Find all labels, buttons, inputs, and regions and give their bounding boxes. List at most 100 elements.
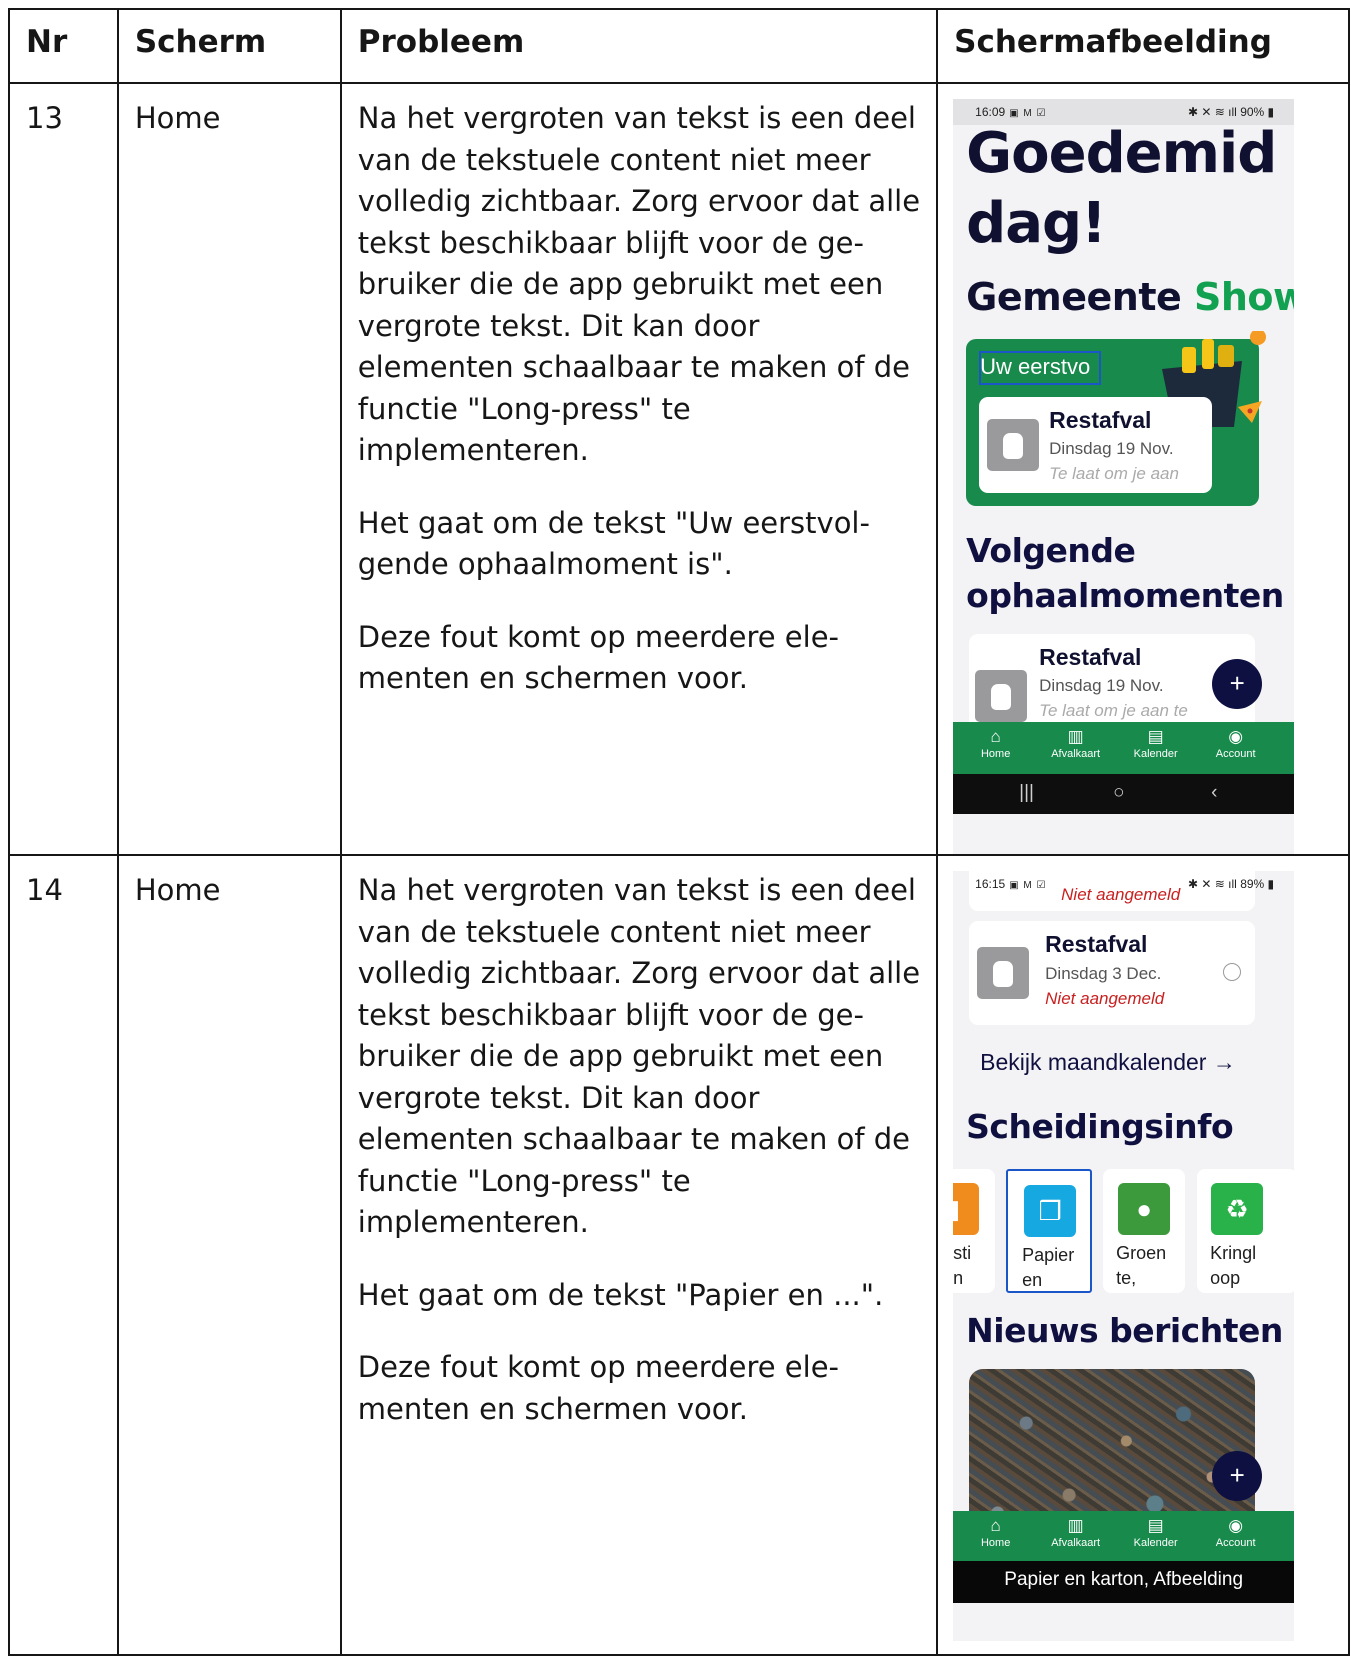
row-screenshot: Niet aangemeld 16:15 ▣ M ☑ ✱ ✕ ≋ ıll 89% … [936, 854, 1350, 1656]
problem-paragraph: Deze fout komt op meerdere ele-menten en… [357, 1350, 840, 1426]
trash-bag-icon [975, 670, 1028, 722]
add-button[interactable]: + [1212, 659, 1263, 709]
tile-label: Kringl oop [1210, 1243, 1257, 1288]
add-button[interactable]: + [1212, 1451, 1263, 1501]
municipality-name: Showc [1193, 275, 1295, 319]
nav-label: Account [1215, 748, 1256, 760]
accessibility-caption: Papier en karton, Afbeelding [953, 1561, 1295, 1603]
back-icon[interactable]: ‹ [1211, 782, 1217, 804]
tile-label: Papier en [1022, 1245, 1075, 1290]
home-icon: ⌂ [990, 1516, 1001, 1535]
apple-icon: ● [1118, 1183, 1171, 1235]
signal-icons: ✱ ✕ ≋ ıll [1188, 877, 1241, 891]
account-icon: ◉ [1228, 1516, 1244, 1535]
phone-screenshot: 16:09 ▣ M ☑ ✱ ✕ ≋ ıll 90% ▮ Goedemid dag!… [953, 99, 1295, 854]
radio-button[interactable] [1223, 963, 1242, 981]
tile-label: Groen te, [1116, 1243, 1167, 1288]
bottle-icon: ▮ [953, 1183, 980, 1235]
row-number: 14 [8, 854, 119, 1656]
nav-label: Kalender [1133, 1537, 1178, 1549]
calendar-icon: ▤ [1147, 727, 1164, 746]
news-title: Nieuws berichten [966, 1311, 1283, 1350]
map-icon: ▥ [1067, 727, 1084, 746]
table-row: 13 Home Na het vergroten van tekst is ee… [8, 82, 1350, 856]
category-tile[interactable]: ● Groen te, [1103, 1169, 1186, 1293]
status-time: 16:15 [975, 877, 1006, 891]
section-title-line2: ophaalmomenten [966, 576, 1284, 615]
nav-label: Afvalkaart [1051, 1537, 1101, 1549]
nav-kalender[interactable]: ▤ Kalender [1113, 1511, 1198, 1549]
nav-account[interactable]: ◉ Account [1193, 1511, 1278, 1549]
nav-home[interactable]: ⌂ Home [953, 722, 1038, 760]
trash-bag-icon [987, 419, 1040, 471]
nav-label: Home [980, 1537, 1011, 1549]
system-navigation-bar: ||| ○ ‹ [953, 774, 1295, 814]
row-screenshot: 16:09 ▣ M ☑ ✱ ✕ ≋ ıll 90% ▮ Goedemid dag!… [936, 82, 1350, 856]
pickup-title: Restafval [1039, 644, 1142, 670]
pickup-note: Te laat om je aan te [1039, 701, 1188, 720]
nav-label: Kalender [1133, 748, 1178, 760]
issues-table: Nr Scherm Probleem Schermafbeelding 13 H… [8, 8, 1350, 1656]
account-icon: ◉ [1228, 727, 1244, 746]
nav-home[interactable]: ⌂ Home [953, 1511, 1038, 1549]
registration-status: Niet aangemeld [1045, 989, 1165, 1008]
nav-label: Afvalkaart [1051, 748, 1101, 760]
trash-bag-icon [977, 947, 1030, 999]
bottom-navigation: ⌂ Home ▥ Afvalkaart ▤ Kalender ◉ Account [953, 1511, 1295, 1563]
nav-afvalkaart[interactable]: ▥ Afvalkaart [1033, 1511, 1118, 1549]
greeting-line1: Goedemid [966, 121, 1277, 186]
section-title: Volgende [966, 531, 1136, 570]
pickup-title: Restafval [1045, 931, 1148, 957]
problem-paragraph: Deze fout komt op meerdere ele-menten en… [357, 619, 840, 696]
municipality-title: Gemeente Showc [966, 275, 1294, 319]
nav-kalender[interactable]: ▤ Kalender [1113, 722, 1198, 760]
pickup-title: Restafval [1049, 407, 1152, 433]
header-nr: Nr [8, 8, 119, 84]
row-number: 13 [8, 82, 119, 856]
category-tile[interactable]: ▮ stin [953, 1169, 996, 1293]
pickup-date: Dinsdag 19 Nov. [1039, 676, 1164, 695]
row-screen: Home [116, 82, 342, 856]
map-icon: ▥ [1067, 1516, 1084, 1535]
greeting-line2: dag! [966, 191, 1106, 256]
calendar-icon: ▤ [1147, 1516, 1164, 1535]
bottom-navigation: ⌂ Home ▥ Afvalkaart ▤ Kalender ◉ Account [953, 722, 1295, 774]
recycle-icon: ♻ [1211, 1183, 1264, 1235]
recent-apps-icon[interactable]: ||| [1019, 782, 1034, 804]
box-icon: ❒ [1024, 1185, 1077, 1237]
pickup-date: Dinsdag 3 Dec. [1045, 964, 1162, 983]
battery-level: 89% [1240, 877, 1265, 891]
next-pickup-label: Uw eerstvo [980, 354, 1091, 379]
category-tile-paper[interactable]: ❒ Papier en [1006, 1169, 1093, 1293]
signal-icons: ✱ ✕ ≋ ıll [1188, 105, 1241, 119]
nav-label: Account [1215, 1537, 1256, 1549]
header-screen: Scherm [116, 8, 342, 84]
section-title: Scheidingsinfo [966, 1107, 1234, 1146]
pickup-card[interactable]: Restafval Dinsdag 19 Nov. Te laat om je … [979, 397, 1213, 493]
problem-paragraph: Het gaat om de tekst "Uw eerstvol-gende … [357, 505, 870, 582]
pickup-card[interactable]: Restafval Dinsdag 3 Dec. Niet aangemeld [969, 921, 1256, 1025]
separation-info-carousel: ▮ stin ❒ Papieren ● Groente, ♻ Kringloop [953, 1169, 1295, 1293]
phone-screenshot: Niet aangemeld 16:15 ▣ M ☑ ✱ ✕ ≋ ıll 89% … [953, 871, 1295, 1641]
municipality-prefix: Gemeente [966, 275, 1194, 319]
next-pickup-card[interactable]: Uw eerstvo Restafval Dinsdag 19 Nov. Te … [966, 331, 1267, 506]
status-bar: 16:15 ▣ M ☑ ✱ ✕ ≋ ıll 89% ▮ [975, 877, 1275, 891]
row-problem: Na het vergroten van tekst is een deel v… [339, 854, 939, 1656]
nav-afvalkaart[interactable]: ▥ Afvalkaart [1033, 722, 1118, 760]
row-screen: Home [116, 854, 342, 1656]
category-tile[interactable]: ♻ Kringl oop [1197, 1169, 1295, 1293]
month-calendar-link[interactable]: Bekijk maandkalender → [980, 1049, 1236, 1076]
table-row: 14 Home Na het vergroten van tekst is ee… [8, 854, 1350, 1656]
nav-label: Home [980, 748, 1011, 760]
tile-label: sti n [953, 1243, 972, 1288]
problem-paragraph: Het gaat om de tekst "Papier en ...". [357, 1277, 884, 1312]
table-header-row: Nr Scherm Probleem Schermafbeelding [8, 8, 1350, 84]
header-problem: Probleem [339, 8, 939, 84]
nav-account[interactable]: ◉ Account [1193, 722, 1278, 760]
battery-level: 90% [1240, 105, 1265, 119]
home-icon: ⌂ [990, 727, 1001, 746]
home-circle-icon[interactable]: ○ [1113, 782, 1124, 804]
status-time: 16:09 [975, 105, 1006, 119]
problem-paragraph: Na het vergroten van tekst is een deel v… [357, 873, 921, 1239]
header-screenshot: Schermafbeelding [936, 8, 1350, 84]
